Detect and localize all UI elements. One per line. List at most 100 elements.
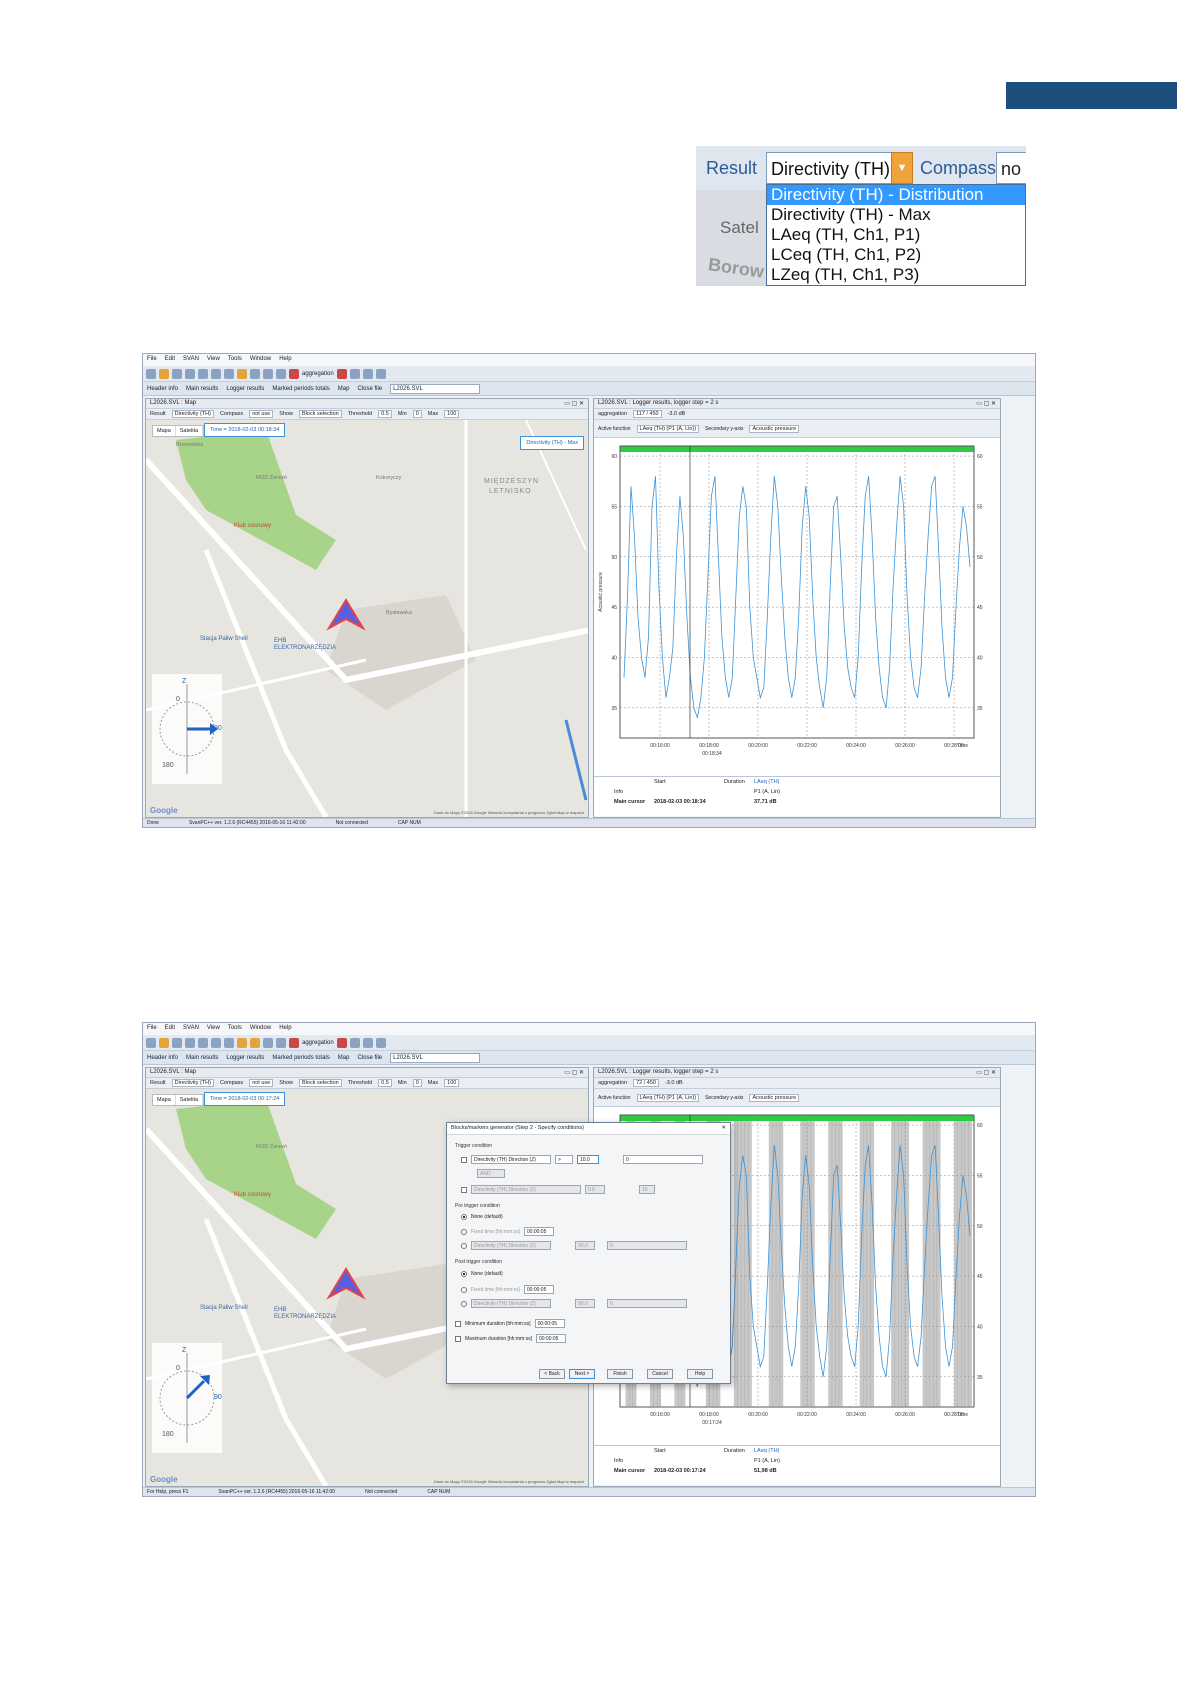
tab-marked-periods[interactable]: Marked periods totals (272, 386, 329, 392)
search-icon[interactable] (336, 368, 347, 379)
table-icon[interactable] (263, 368, 273, 379)
second-condition-checkbox[interactable] (461, 1186, 467, 1193)
map-type-map[interactable]: Mapa (153, 1095, 176, 1105)
cut-icon[interactable] (198, 368, 208, 379)
search-icon[interactable] (336, 1037, 347, 1048)
aggregation-icon[interactable] (289, 368, 299, 379)
max-field[interactable]: 100 (444, 1079, 460, 1087)
secondary-axis-select[interactable]: Acoustic pressure (749, 424, 800, 433)
settings-icon[interactable] (362, 1037, 373, 1048)
tab-marked-periods[interactable]: Marked periods totals (272, 1055, 329, 1061)
option-item[interactable]: LZeq (TH, Ch1, P3) (767, 265, 1025, 285)
tab-logger-results[interactable]: Logger results (226, 386, 264, 392)
tab-map[interactable]: Map (338, 386, 350, 392)
pre-function-select[interactable]: Directivity (TH) Direction (Z) (471, 1241, 551, 1250)
option-item[interactable]: LCeq (TH, Ch1, P2) (767, 245, 1025, 265)
secondary-axis-select[interactable]: Acoustic pressure (749, 1093, 800, 1102)
window-controls-icon[interactable]: ▭ ▢ ✕ (564, 1069, 584, 1076)
post-fixed-radio[interactable] (461, 1286, 467, 1293)
chevron-down-icon[interactable]: ▼ (891, 152, 913, 184)
cut-icon[interactable] (198, 1037, 208, 1048)
graph-icon[interactable] (276, 1037, 286, 1048)
paste-icon[interactable] (224, 1037, 234, 1048)
menu-file[interactable]: File (147, 1025, 157, 1033)
print-icon[interactable] (185, 368, 195, 379)
folder-icon[interactable] (159, 368, 169, 379)
trigger-operator-select[interactable]: > (555, 1155, 573, 1164)
threshold-field[interactable]: 0.5 (378, 1079, 392, 1087)
menu-view[interactable]: View (207, 1025, 220, 1033)
compass-combo[interactable]: no (996, 152, 1026, 184)
tab-header-info[interactable]: Header info (147, 1055, 178, 1061)
finish-button[interactable]: Finish (607, 1369, 633, 1379)
help-icon[interactable] (375, 1037, 386, 1048)
max-field[interactable]: 100 (444, 410, 460, 418)
menu-help[interactable]: Help (279, 356, 291, 364)
map-type-satellite[interactable]: Satelita (176, 426, 204, 436)
menu-tools[interactable]: Tools (228, 1025, 242, 1033)
menu-window[interactable]: Window (250, 356, 271, 364)
aggregation-label[interactable]: aggregation (302, 371, 334, 377)
show-select[interactable]: Block selection (299, 410, 342, 418)
tab-logger-results[interactable]: Logger results (226, 1055, 264, 1061)
threshold-field[interactable]: 0.5 (378, 410, 392, 418)
marker-icon[interactable] (237, 368, 247, 379)
copy-icon[interactable] (211, 1037, 221, 1048)
logger-chart[interactable]: 35 35 40 40 45 45 50 50 55 55 60 60 00:16:00 00:18:00… (594, 438, 1000, 776)
back-button[interactable]: < Back (539, 1369, 565, 1379)
folder-icon[interactable] (159, 1037, 169, 1048)
trigger-combine-select[interactable]: 0 (623, 1155, 703, 1164)
result-select[interactable]: Directivity (TH) (171, 410, 214, 418)
second-function-select[interactable]: Directivity (TH) Direction (Z) (471, 1185, 581, 1194)
file-select[interactable]: L2026.SVL (390, 383, 481, 394)
open-icon[interactable] (146, 1037, 156, 1048)
window-controls-icon[interactable]: ▭ ▢ ✕ (976, 400, 996, 407)
option-item[interactable]: Directivity (TH) - Distribution (767, 185, 1025, 205)
third-value-field[interactable]: 10 (639, 1185, 655, 1194)
show-select[interactable]: Block selection (299, 1079, 342, 1087)
post-condition-radio[interactable] (461, 1300, 467, 1307)
settings-icon[interactable] (362, 368, 373, 379)
aggregation-label[interactable]: aggregation (598, 411, 627, 417)
help-icon[interactable] (375, 368, 386, 379)
chart-icon[interactable] (250, 368, 260, 379)
save-icon[interactable] (172, 368, 182, 379)
post-none-radio[interactable] (461, 1271, 467, 1277)
aggregation-label[interactable]: aggregation (598, 1080, 627, 1086)
active-function-select[interactable]: LAeq (TH) (P1 (A, Lin)) (636, 1093, 700, 1102)
option-item[interactable]: Directivity (TH) - Max (767, 205, 1025, 225)
option-item[interactable]: LAeq (TH, Ch1, P1) (767, 225, 1025, 245)
menu-help[interactable]: Help (279, 1025, 291, 1033)
help-button[interactable]: Help (687, 1369, 713, 1379)
pre-value-field[interactable]: 90.0 (575, 1241, 595, 1250)
trigger-function-select[interactable]: Directivity (TH) Direction (Z) (471, 1155, 551, 1164)
close-icon[interactable]: ✕ (721, 1125, 726, 1132)
result-select[interactable]: Directivity (TH) (171, 1079, 214, 1087)
menu-file[interactable]: File (147, 356, 157, 364)
graph-icon[interactable] (276, 368, 286, 379)
active-function-select[interactable]: LAeq (TH) (P1 (A, Lin)) (636, 424, 700, 433)
menu-tools[interactable]: Tools (228, 356, 242, 364)
text-icon[interactable] (349, 368, 360, 379)
pre-fixed-radio[interactable] (461, 1228, 467, 1235)
pre-none-radio[interactable] (461, 1214, 467, 1220)
file-select[interactable]: L2026.SVL (390, 1052, 481, 1063)
max-duration-field[interactable]: 00:00:05 (535, 1334, 566, 1343)
trigger-value-field[interactable]: 10.0 (577, 1155, 599, 1164)
second-value-field[interactable]: 0.0 (585, 1185, 605, 1194)
trigger-checkbox[interactable] (461, 1156, 467, 1163)
chart-icon[interactable] (250, 1037, 260, 1048)
marker-icon[interactable] (237, 1037, 247, 1048)
post-function-select[interactable]: Directivity (TH) Direction (Z) (471, 1299, 551, 1308)
table-icon[interactable] (263, 1037, 273, 1048)
post-combine-select[interactable]: 0 (607, 1299, 687, 1308)
pre-fixed-field[interactable]: 00:00:05 (523, 1227, 554, 1236)
tab-map[interactable]: Map (338, 1055, 350, 1061)
next-button[interactable]: Next > (569, 1369, 595, 1379)
save-icon[interactable] (172, 1037, 182, 1048)
menu-svan[interactable]: SVAN (183, 356, 199, 364)
pre-condition-radio[interactable] (461, 1242, 467, 1249)
compass-select[interactable]: not use (249, 1079, 274, 1087)
tab-header-info[interactable]: Header info (147, 386, 178, 392)
menu-edit[interactable]: Edit (165, 1025, 175, 1033)
